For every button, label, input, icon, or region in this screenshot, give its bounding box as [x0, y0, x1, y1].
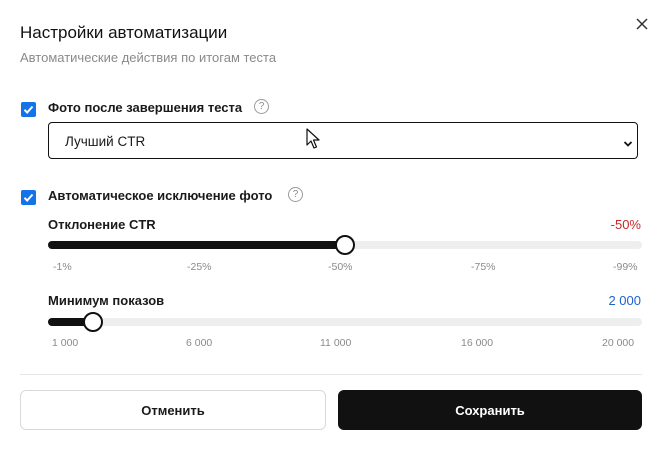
check-icon: [23, 105, 34, 114]
min-impressions-slider[interactable]: [48, 318, 642, 326]
help-icon[interactable]: ?: [288, 187, 303, 202]
tick-label: 20 000: [602, 337, 635, 349]
tick-label: 11 000: [320, 337, 352, 349]
tick-label: 1 000: [52, 337, 79, 349]
ctr-deviation-label: Отклонение CTR: [48, 217, 156, 232]
auto-exclude-label: Автоматическое исключение фото: [48, 188, 273, 203]
dialog-title: Настройки автоматизации: [20, 23, 228, 42]
cancel-button[interactable]: Отменить: [20, 390, 326, 430]
help-icon[interactable]: ?: [254, 99, 269, 114]
min-impressions-thumb[interactable]: [82, 312, 103, 332]
ctr-deviation-fill: [48, 241, 345, 249]
divider: [20, 374, 642, 375]
photo-select[interactable]: Лучший CTR: [48, 122, 638, 159]
ctr-deviation-thumb[interactable]: [335, 235, 355, 255]
tick-label: -1%: [53, 261, 72, 273]
chevron-down-icon: [623, 136, 633, 154]
min-impressions-label: Минимум показов: [48, 293, 165, 308]
check-icon: [23, 193, 34, 202]
min-impressions-value: 2 000: [608, 293, 641, 308]
photo-select-value: Лучший CTR: [65, 134, 146, 149]
tick-label: -25%: [187, 261, 212, 273]
ctr-deviation-ticks: -1% -25% -50% -75% -99%: [48, 261, 642, 275]
photo-after-test-checkbox[interactable]: [21, 102, 36, 117]
dialog-subtitle: Автоматические действия по итогам теста: [20, 50, 277, 65]
mouse-cursor-icon: [306, 128, 320, 155]
close-icon[interactable]: [633, 15, 651, 33]
auto-exclude-checkbox[interactable]: [21, 190, 36, 205]
tick-label: -50%: [328, 261, 353, 273]
tick-label: 6 000: [186, 337, 213, 349]
tick-label: -99%: [613, 261, 638, 273]
min-impressions-ticks: 1 000 6 000 11 000 16 000 20 000: [48, 337, 642, 351]
tick-label: -75%: [471, 261, 496, 273]
ctr-deviation-value: -50%: [610, 217, 641, 232]
save-button[interactable]: Сохранить: [338, 390, 642, 430]
tick-label: 16 000: [461, 337, 494, 349]
photo-after-test-label: Фото после завершения теста: [48, 100, 243, 115]
